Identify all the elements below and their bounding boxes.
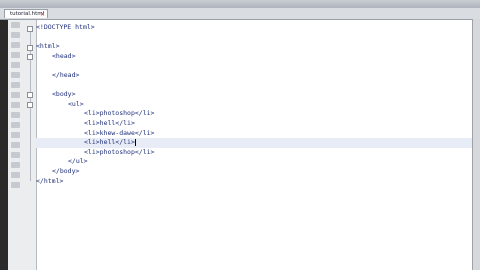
toolbar-icon[interactable] bbox=[11, 102, 20, 108]
code-line[interactable]: <ul> bbox=[36, 100, 472, 110]
toolbar-icons bbox=[9, 22, 23, 192]
tab-strip bbox=[0, 8, 480, 20]
code-line[interactable]: <body> bbox=[36, 90, 472, 100]
fold-toggle[interactable] bbox=[27, 54, 33, 60]
toolbar-icon[interactable] bbox=[11, 22, 20, 28]
vertical-scrollbar[interactable] bbox=[472, 19, 480, 270]
code-line-text: <head> bbox=[52, 51, 76, 60]
fold-toggle[interactable] bbox=[27, 102, 33, 108]
code-line[interactable]: </head> bbox=[36, 71, 472, 81]
code-line[interactable]: </body> bbox=[36, 167, 472, 177]
toolbar-icon[interactable] bbox=[11, 62, 20, 68]
code-line[interactable]: <li>photoshop</li> bbox=[36, 109, 472, 119]
code-line[interactable]: <li>hell</li> bbox=[36, 138, 472, 148]
toolbar-icon[interactable] bbox=[11, 182, 20, 188]
toolbar-icon[interactable] bbox=[11, 132, 20, 138]
code-line[interactable]: <head> bbox=[36, 52, 472, 62]
toolbar-icon[interactable] bbox=[11, 82, 20, 88]
code-line-text: </html> bbox=[36, 176, 64, 185]
code-line-text: <li>photoshop</li> bbox=[84, 109, 155, 118]
toolbar-icon[interactable] bbox=[11, 112, 20, 118]
toolbar-icon[interactable] bbox=[11, 142, 20, 148]
toolbar-icon[interactable] bbox=[11, 52, 20, 58]
code-line-text: <ul> bbox=[68, 99, 84, 108]
toolbar-strip bbox=[0, 20, 8, 270]
fold-toggle[interactable] bbox=[27, 26, 33, 32]
toolbar-icon[interactable] bbox=[11, 42, 20, 48]
code-line[interactable]: <!DOCTYPE html> bbox=[36, 23, 472, 33]
code-line[interactable] bbox=[36, 81, 472, 91]
toolbar-icon[interactable] bbox=[11, 72, 20, 78]
code-line[interactable]: </ul> bbox=[36, 157, 472, 167]
toolbar-icon[interactable] bbox=[11, 122, 20, 128]
tab-tutorial-html[interactable]: tutorial.html × bbox=[4, 9, 48, 18]
code-line[interactable] bbox=[36, 33, 472, 43]
code-line-text: <body> bbox=[52, 90, 76, 99]
code-line[interactable]: <li>photoshop</li> bbox=[36, 148, 472, 158]
code-line[interactable]: <li>khew-dawe</li> bbox=[36, 129, 472, 139]
toolbar-icon[interactable] bbox=[11, 152, 20, 158]
code-line[interactable]: </html> bbox=[36, 177, 472, 187]
fold-toggle[interactable] bbox=[27, 45, 33, 51]
code-line-text: <html> bbox=[36, 42, 60, 51]
code-line[interactable] bbox=[36, 61, 472, 71]
toolbar-icon[interactable] bbox=[11, 92, 20, 98]
code-line-text: </body> bbox=[52, 167, 80, 175]
code-line-text: <li>khew-dawe</li> bbox=[84, 128, 155, 137]
toolbar-icon[interactable] bbox=[11, 162, 20, 168]
toolbar-icon[interactable] bbox=[11, 172, 20, 178]
code-line-text: <!DOCTYPE html> bbox=[36, 23, 95, 31]
text-cursor bbox=[134, 138, 136, 146]
code-line[interactable]: <html> bbox=[36, 42, 472, 52]
code-line-text: <li>photoshop</li> bbox=[84, 147, 155, 156]
code-line[interactable]: <li>hell</li> bbox=[36, 119, 472, 129]
code-line-text: </ul> bbox=[68, 157, 88, 166]
close-icon[interactable]: × bbox=[40, 10, 45, 18]
code-line-text: <li>hell</li> bbox=[84, 138, 135, 147]
code-line-text: <li>hell</li> bbox=[84, 119, 135, 127]
code-line-text: </head> bbox=[52, 71, 80, 79]
toolbar-icon[interactable] bbox=[11, 32, 20, 38]
fold-toggle[interactable] bbox=[27, 92, 33, 98]
